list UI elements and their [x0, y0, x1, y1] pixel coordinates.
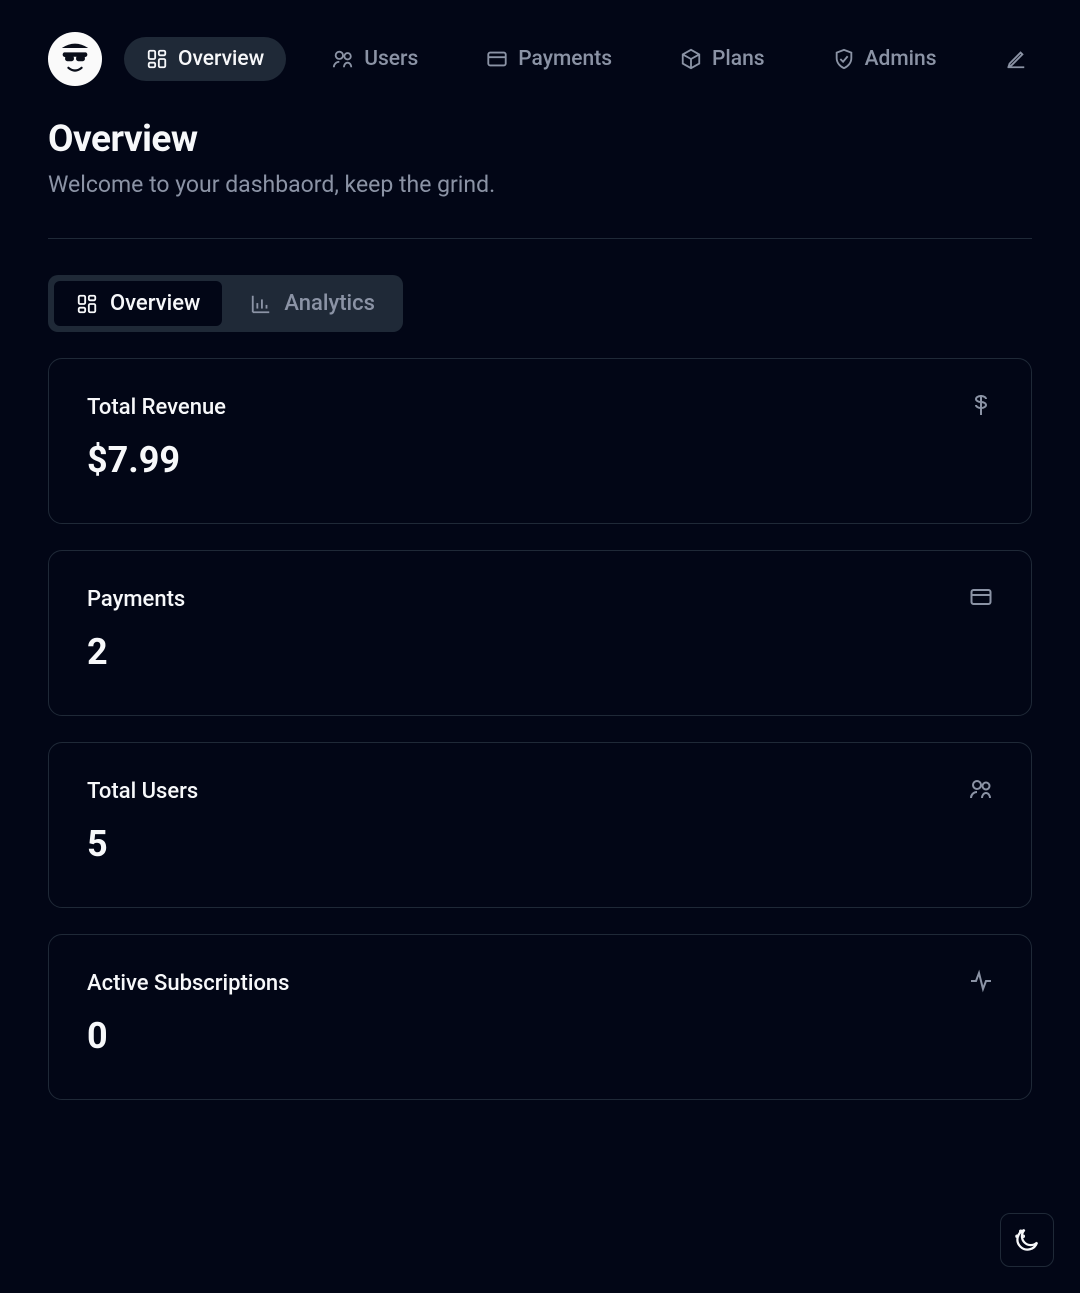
- card-value: 0: [87, 1015, 993, 1057]
- nav-label: Payments: [518, 47, 612, 71]
- box-icon: [680, 48, 702, 70]
- tab-analytics[interactable]: Analytics: [228, 281, 397, 326]
- card-value: 5: [87, 823, 993, 865]
- topbar: Overview Users Payments Plans Admins Pos: [0, 0, 1080, 116]
- page-subtitle: Welcome to your dashbaord, keep the grin…: [48, 171, 1032, 198]
- card-value: 2: [87, 631, 993, 673]
- card-label: Payments: [87, 587, 185, 612]
- divider: [48, 238, 1032, 239]
- card-label: Total Revenue: [87, 395, 226, 420]
- tab-overview[interactable]: Overview: [54, 281, 222, 326]
- content-tabs: Overview Analytics: [48, 275, 403, 332]
- nav-label: Overview: [178, 47, 264, 71]
- theme-toggle-button[interactable]: [1000, 1213, 1054, 1267]
- shield-icon: [833, 48, 855, 70]
- stat-cards: Total Revenue $7.99 Payments 2 Total Use…: [48, 358, 1032, 1100]
- nav-label: Admins: [865, 47, 937, 71]
- nav-item-plans[interactable]: Plans: [658, 37, 787, 81]
- nav-label: Plans: [712, 47, 765, 71]
- dashboard-icon: [76, 293, 98, 315]
- tab-label: Analytics: [284, 291, 375, 316]
- card-total-users: Total Users 5: [48, 742, 1032, 908]
- card-label: Total Users: [87, 779, 198, 804]
- dollar-icon: [969, 393, 993, 421]
- moon-stars-icon: [1012, 1225, 1042, 1255]
- page: Overview Welcome to your dashbaord, keep…: [0, 118, 1080, 1100]
- activity-icon: [969, 969, 993, 997]
- card-payments: Payments 2: [48, 550, 1032, 716]
- users-icon: [332, 48, 354, 70]
- card-value: $7.99: [87, 439, 993, 481]
- credit-card-icon: [969, 585, 993, 613]
- tab-label: Overview: [110, 291, 200, 316]
- card-label: Active Subscriptions: [87, 971, 290, 996]
- nav-item-posts[interactable]: Pos: [983, 37, 1032, 81]
- page-title: Overview: [48, 118, 1032, 161]
- users-icon: [969, 777, 993, 805]
- nav-item-users[interactable]: Users: [310, 37, 440, 81]
- dashboard-icon: [146, 48, 168, 70]
- main-nav: Overview Users Payments Plans Admins Pos: [124, 37, 1032, 81]
- card-active-subscriptions: Active Subscriptions 0: [48, 934, 1032, 1100]
- card-total-revenue: Total Revenue $7.99: [48, 358, 1032, 524]
- avatar[interactable]: [48, 32, 102, 86]
- pencil-icon: [1005, 48, 1027, 70]
- nav-label: Users: [364, 47, 418, 71]
- nav-item-overview[interactable]: Overview: [124, 37, 286, 81]
- avatar-face-icon: [53, 37, 97, 81]
- nav-item-admins[interactable]: Admins: [811, 37, 959, 81]
- nav-item-payments[interactable]: Payments: [464, 37, 634, 81]
- bar-chart-icon: [250, 293, 272, 315]
- credit-card-icon: [486, 48, 508, 70]
